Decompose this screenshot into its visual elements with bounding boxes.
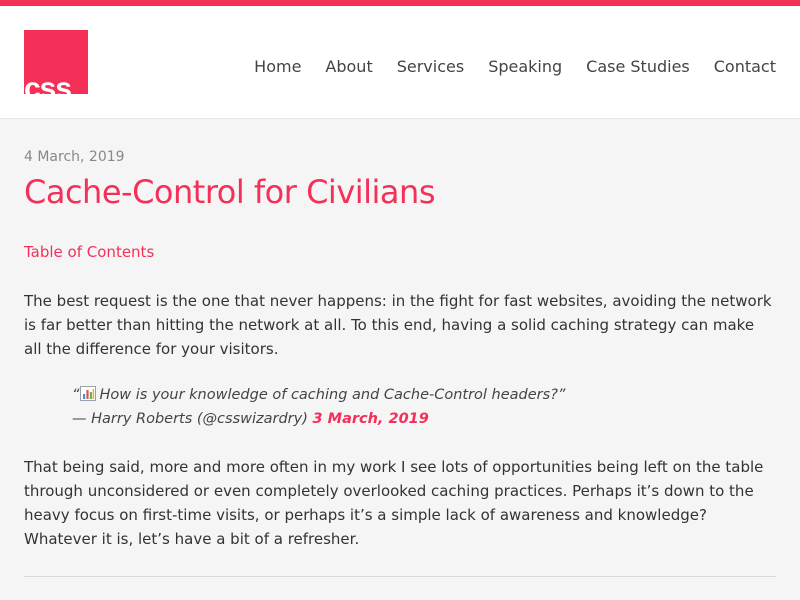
section-divider xyxy=(24,576,776,577)
nav-case-studies[interactable]: Case Studies xyxy=(586,50,690,84)
post-date: 4 March, 2019 xyxy=(24,149,125,165)
intro-paragraph: The best request is the one that never h… xyxy=(24,292,772,358)
article: 4 March, 2019 Cache-Control for Civilian… xyxy=(0,147,800,577)
body-paragraph: That being said, more and more often in … xyxy=(24,458,764,548)
nav-about[interactable]: About xyxy=(325,50,372,84)
main-nav: Home About Services Speaking Case Studie… xyxy=(230,50,776,84)
nav-contact[interactable]: Contact xyxy=(714,50,776,84)
embedded-tweet: “ How is your knowledge of caching and C… xyxy=(72,383,776,431)
bar-chart-icon xyxy=(79,386,96,401)
tweet-attribution-line: — Harry Roberts (@csswizardry) 3 March, … xyxy=(72,407,776,431)
table-of-contents-toggle[interactable]: Table of Contents xyxy=(24,241,154,263)
nav-home[interactable]: Home xyxy=(254,50,301,84)
nav-services[interactable]: Services xyxy=(397,50,464,84)
post-title: Cache-Control for Civilians xyxy=(24,173,435,211)
tweet-date-link[interactable]: 3 March, 2019 xyxy=(313,411,429,427)
tweet-text-line: “ How is your knowledge of caching and C… xyxy=(72,383,776,407)
nav-speaking[interactable]: Speaking xyxy=(488,50,562,84)
site-header: css Home About Services Speaking Case St… xyxy=(0,6,800,119)
tweet-text: How is your knowledge of caching and Cac… xyxy=(99,387,558,403)
tweet-attribution: — Harry Roberts (@csswizardry) xyxy=(72,411,308,427)
site-logo[interactable]: css xyxy=(24,30,88,94)
quote-close-mark: ” xyxy=(557,387,566,403)
quote-open-mark: “ xyxy=(72,387,80,403)
logo-text: css xyxy=(24,72,72,95)
